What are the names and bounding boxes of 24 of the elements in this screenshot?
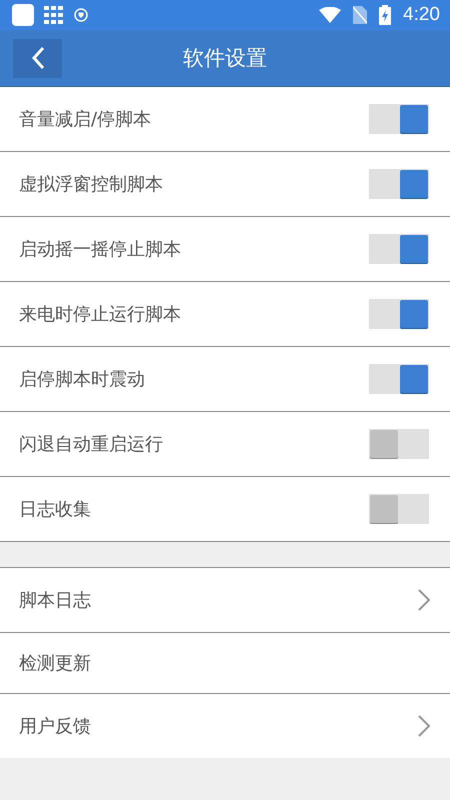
toggle-switch[interactable] — [369, 429, 429, 459]
toggle-switch[interactable] — [369, 169, 429, 199]
setting-label: 日志收集 — [19, 498, 92, 521]
grid-icon — [44, 6, 64, 24]
setting-label: 音量减启/停脚本 — [19, 108, 152, 131]
app-icon — [12, 4, 34, 26]
setting-label: 虚拟浮窗控制脚本 — [19, 173, 164, 196]
setting-label: 启动摇一摇停止脚本 — [19, 238, 182, 261]
shield-icon — [74, 8, 88, 22]
toggle-switch[interactable] — [369, 299, 429, 329]
page-title: 软件设置 — [183, 45, 267, 72]
no-sim-icon — [353, 6, 368, 24]
wifi-icon — [319, 7, 342, 23]
toggle-switch[interactable] — [369, 104, 429, 134]
clock: 4:20 — [403, 4, 440, 26]
toggle-switch[interactable] — [369, 494, 429, 524]
battery-icon — [379, 5, 392, 25]
setting-label: 来电时停止运行脚本 — [19, 303, 182, 326]
setting-label: 启停脚本时震动 — [19, 368, 146, 391]
back-icon — [30, 46, 44, 70]
toggle-switch[interactable] — [369, 234, 429, 264]
setting-label: 闪退自动重启运行 — [19, 433, 164, 456]
toggle-switch[interactable] — [369, 364, 429, 394]
back-button[interactable] — [13, 38, 62, 78]
